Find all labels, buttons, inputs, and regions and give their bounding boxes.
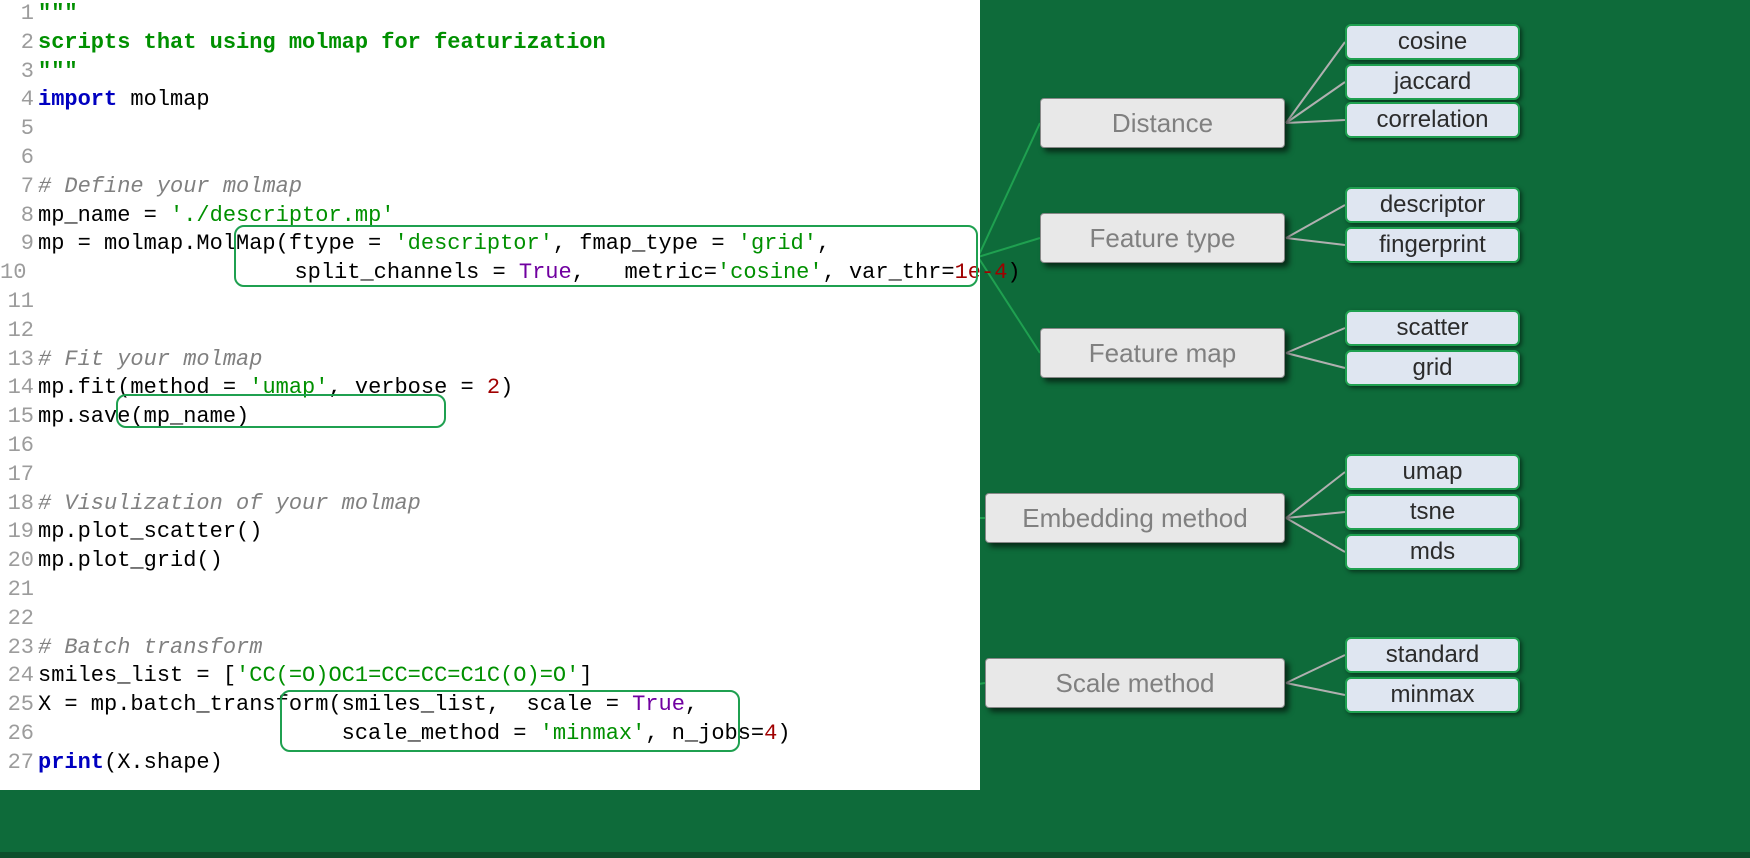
category-feature-map: Feature map bbox=[1040, 328, 1285, 378]
gutter: 1 bbox=[0, 0, 38, 28]
option-jaccard: jaccard bbox=[1345, 64, 1520, 100]
code-editor: 1""" 2scripts that using molmap for feat… bbox=[0, 0, 980, 790]
gutter: 9 bbox=[0, 230, 38, 258]
option-minmax: minmax bbox=[1345, 677, 1520, 713]
option-standard: standard bbox=[1345, 637, 1520, 673]
gutter: 6 bbox=[0, 144, 38, 172]
gutter: 16 bbox=[0, 432, 38, 460]
gutter: 18 bbox=[0, 490, 38, 518]
option-mds: mds bbox=[1345, 534, 1520, 570]
category-scale-method: Scale method bbox=[985, 658, 1285, 708]
gutter: 26 bbox=[0, 720, 38, 748]
option-descriptor: descriptor bbox=[1345, 187, 1520, 223]
gutter: 15 bbox=[0, 403, 38, 431]
option-umap: umap bbox=[1345, 454, 1520, 490]
gutter: 13 bbox=[0, 346, 38, 374]
category-feature-type: Feature type bbox=[1040, 213, 1285, 263]
option-scatter: scatter bbox=[1345, 310, 1520, 346]
gutter: 21 bbox=[0, 576, 38, 604]
builtin-print: print bbox=[38, 749, 104, 777]
gutter: 5 bbox=[0, 115, 38, 143]
gutter: 11 bbox=[0, 288, 38, 316]
comment: # Fit your molmap bbox=[38, 346, 262, 374]
gutter: 8 bbox=[0, 202, 38, 230]
comment: # Define your molmap bbox=[38, 173, 302, 201]
docstring: """ bbox=[38, 58, 78, 86]
gutter: 23 bbox=[0, 634, 38, 662]
docstring: """ bbox=[38, 0, 78, 28]
option-grid: grid bbox=[1345, 350, 1520, 386]
comment: # Visulization of your molmap bbox=[38, 490, 421, 518]
gutter: 20 bbox=[0, 547, 38, 575]
option-fingerprint: fingerprint bbox=[1345, 227, 1520, 263]
keyword-import: import bbox=[38, 86, 117, 114]
bottom-bar bbox=[0, 852, 1750, 858]
gutter: 3 bbox=[0, 58, 38, 86]
option-correlation: correlation bbox=[1345, 102, 1520, 138]
gutter: 27 bbox=[0, 749, 38, 777]
option-cosine: cosine bbox=[1345, 24, 1520, 60]
comment: # Batch transform bbox=[38, 634, 262, 662]
gutter: 22 bbox=[0, 605, 38, 633]
gutter: 10 bbox=[0, 259, 30, 287]
option-tsne: tsne bbox=[1345, 494, 1520, 530]
category-distance: Distance bbox=[1040, 98, 1285, 148]
gutter: 2 bbox=[0, 29, 38, 57]
docstring: scripts that using molmap for featurizat… bbox=[38, 29, 606, 57]
annotation-panel: Distance cosine jaccard correlation Feat… bbox=[980, 0, 1750, 858]
gutter: 24 bbox=[0, 662, 38, 690]
category-embedding-method: Embedding method bbox=[985, 493, 1285, 543]
gutter: 14 bbox=[0, 374, 38, 402]
gutter: 25 bbox=[0, 691, 38, 719]
gutter: 12 bbox=[0, 317, 38, 345]
gutter: 19 bbox=[0, 518, 38, 546]
gutter: 17 bbox=[0, 461, 38, 489]
gutter: 4 bbox=[0, 86, 38, 114]
gutter: 7 bbox=[0, 173, 38, 201]
